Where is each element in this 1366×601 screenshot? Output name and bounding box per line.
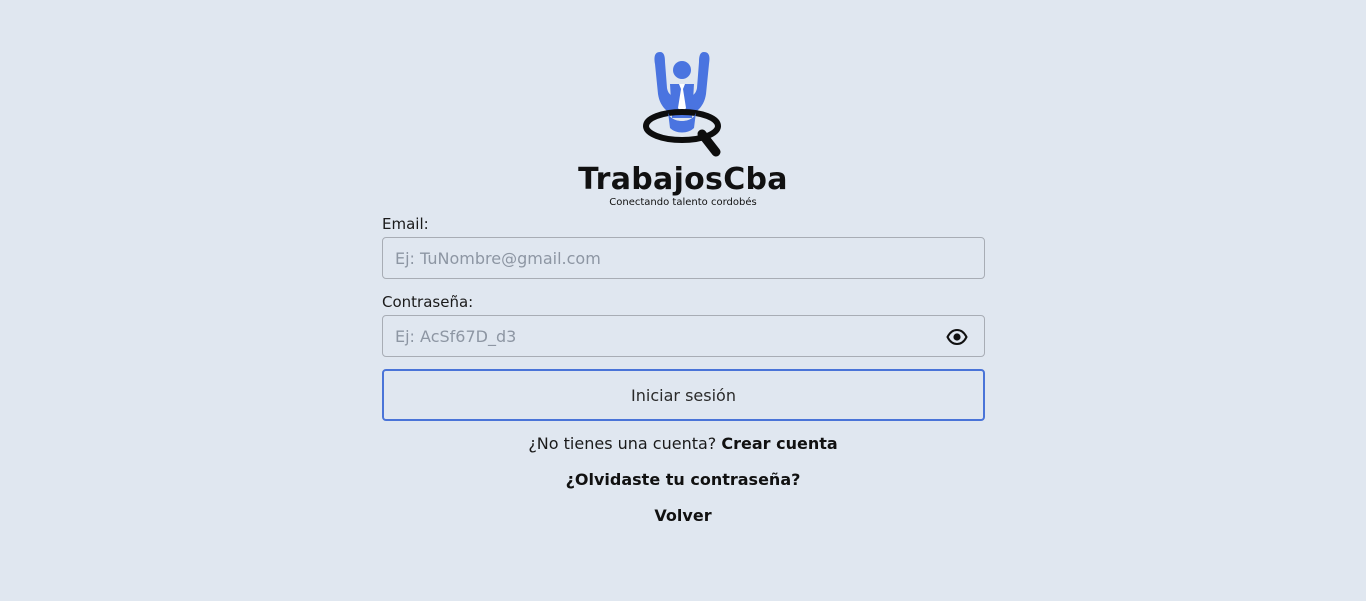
signup-prompt-row: ¿No tienes una cuenta? Crear cuenta	[383, 434, 983, 453]
brand-name: TrabajosCba	[578, 162, 788, 197]
email-label: Email:	[382, 215, 429, 233]
login-page: TrabajosCba Conectando talento cordobés …	[0, 0, 1366, 601]
brand-tagline: Conectando talento cordobés	[609, 197, 757, 208]
email-input[interactable]	[383, 238, 984, 278]
logo-icon	[643, 52, 721, 157]
forgot-password-row: ¿Olvidaste tu contraseña?	[383, 470, 983, 489]
signup-prompt-text: ¿No tienes una cuenta?	[528, 434, 717, 453]
password-input[interactable]	[383, 316, 984, 356]
email-field-wrapper	[382, 237, 985, 279]
eye-icon[interactable]	[944, 325, 970, 349]
password-field-wrapper	[382, 315, 985, 357]
back-link[interactable]: Volver	[654, 506, 711, 525]
back-row: Volver	[383, 506, 983, 525]
password-label: Contraseña:	[382, 293, 474, 311]
forgot-password-link[interactable]: ¿Olvidaste tu contraseña?	[566, 470, 801, 489]
login-button[interactable]: Iniciar sesión	[382, 369, 985, 421]
create-account-link[interactable]: Crear cuenta	[721, 434, 837, 453]
